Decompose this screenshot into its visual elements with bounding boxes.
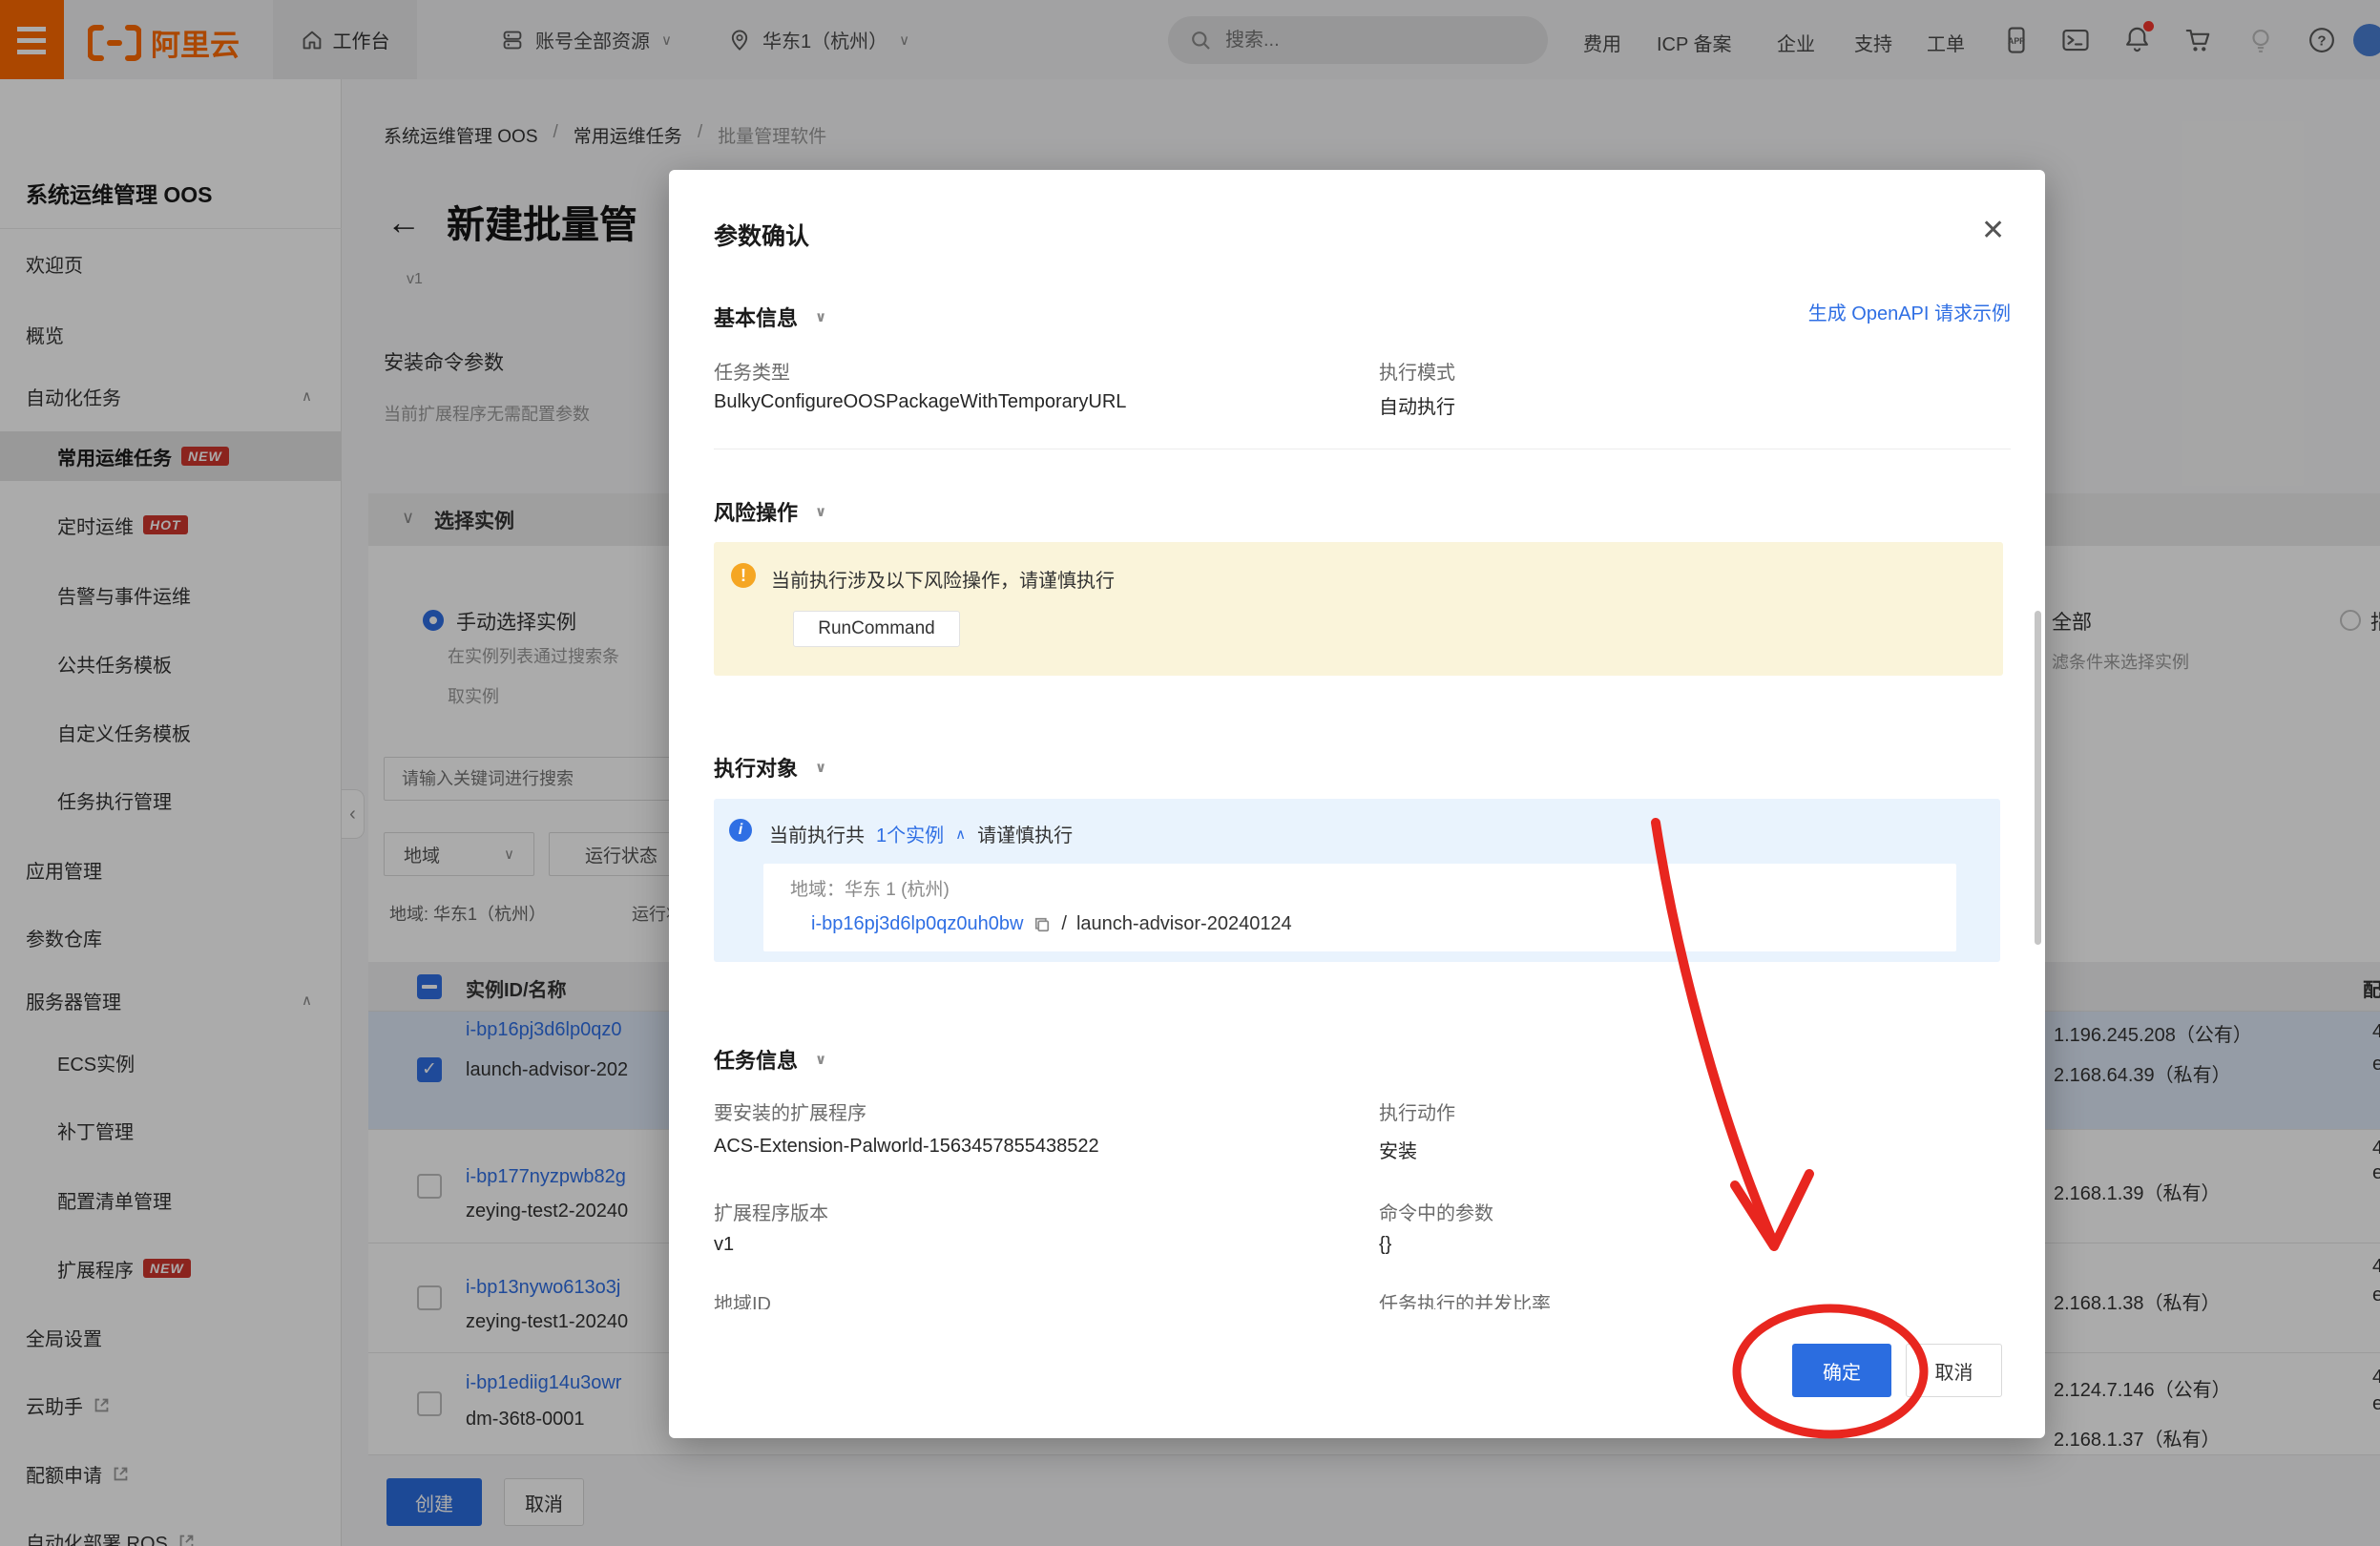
- target-instance-line: i-bp16pj3d6lp0qz0uh0bw / launch-advisor-…: [811, 913, 1292, 935]
- chevron-down-icon: ∨: [815, 309, 827, 325]
- confirm-button[interactable]: 确定: [1792, 1344, 1891, 1397]
- chevron-up-icon[interactable]: ∧: [955, 825, 966, 843]
- region-id-label-partial: 地域ID: [714, 1294, 771, 1309]
- ext-label: 要安装的扩展程序: [714, 1103, 866, 1124]
- target-info-line: 当前执行共 1个实例 ∧ 请谨慎执行: [769, 820, 1073, 847]
- modal-scrollbar[interactable]: [2035, 611, 2041, 945]
- version-value: v1: [714, 1234, 735, 1255]
- target-instance-id-link[interactable]: i-bp16pj3d6lp0qz0uh0bw: [811, 913, 1023, 935]
- chevron-down-icon: ∨: [815, 1052, 827, 1068]
- risk-warning-box: ! 当前执行涉及以下风险操作，请谨慎执行 RunCommand: [714, 542, 2003, 676]
- action-value: 安装: [1379, 1141, 1417, 1162]
- exec-mode-value: 自动执行: [1379, 397, 1455, 418]
- info-icon: i: [729, 819, 752, 842]
- task-type-label: 任务类型: [714, 363, 790, 384]
- modal-title: 参数确认: [714, 223, 810, 250]
- cmd-params-label: 命令中的参数: [1379, 1203, 1493, 1224]
- task-type-value: BulkyConfigureOOSPackageWithTemporaryURL: [714, 391, 1127, 412]
- openapi-link[interactable]: 生成 OpenAPI 请求示例: [1808, 298, 2011, 325]
- copy-icon[interactable]: [1033, 915, 1052, 934]
- ext-value: ACS-Extension-Palworld-1563457855438522: [714, 1136, 1099, 1157]
- risk-warning-text: 当前执行涉及以下风险操作，请谨慎执行: [771, 571, 1115, 592]
- chevron-down-icon: ∨: [815, 760, 827, 776]
- close-icon[interactable]: ✕: [1981, 214, 2005, 247]
- instance-count-toggle[interactable]: 1个实例: [876, 820, 944, 847]
- target-instance-name: launch-advisor-20240124: [1075, 913, 1292, 934]
- section-target[interactable]: 执行对象 ∨: [714, 752, 826, 783]
- warning-icon: !: [731, 563, 756, 588]
- param-confirm-modal: 参数确认 ✕ 生成 OpenAPI 请求示例 基本信息 ∨ 任务类型 BulkyC…: [669, 170, 2045, 1438]
- section-risk[interactable]: 风险操作 ∨: [714, 496, 826, 527]
- exec-mode-label: 执行模式: [1379, 363, 1455, 384]
- target-instance-box: 地域：华东 1 (杭州) i-bp16pj3d6lp0qz0uh0bw / la…: [763, 864, 1956, 951]
- risk-tag: RunCommand: [793, 611, 960, 647]
- version-label: 扩展程序版本: [714, 1203, 828, 1224]
- target-info-box: i 当前执行共 1个实例 ∧ 请谨慎执行 地域：华东 1 (杭州) i-bp16…: [714, 799, 2000, 962]
- section-task-info[interactable]: 任务信息 ∨: [714, 1044, 826, 1075]
- modal-cancel-button[interactable]: 取消: [1906, 1344, 2002, 1397]
- concurrency-label-partial: 任务执行的并发比率: [1379, 1294, 1551, 1309]
- action-label: 执行动作: [1379, 1103, 1455, 1124]
- target-region-line: 地域：华东 1 (杭州): [790, 880, 950, 900]
- cmd-params-value: {}: [1379, 1234, 1392, 1255]
- chevron-down-icon: ∨: [815, 504, 827, 520]
- section-basic-info[interactable]: 基本信息 ∨: [714, 302, 826, 332]
